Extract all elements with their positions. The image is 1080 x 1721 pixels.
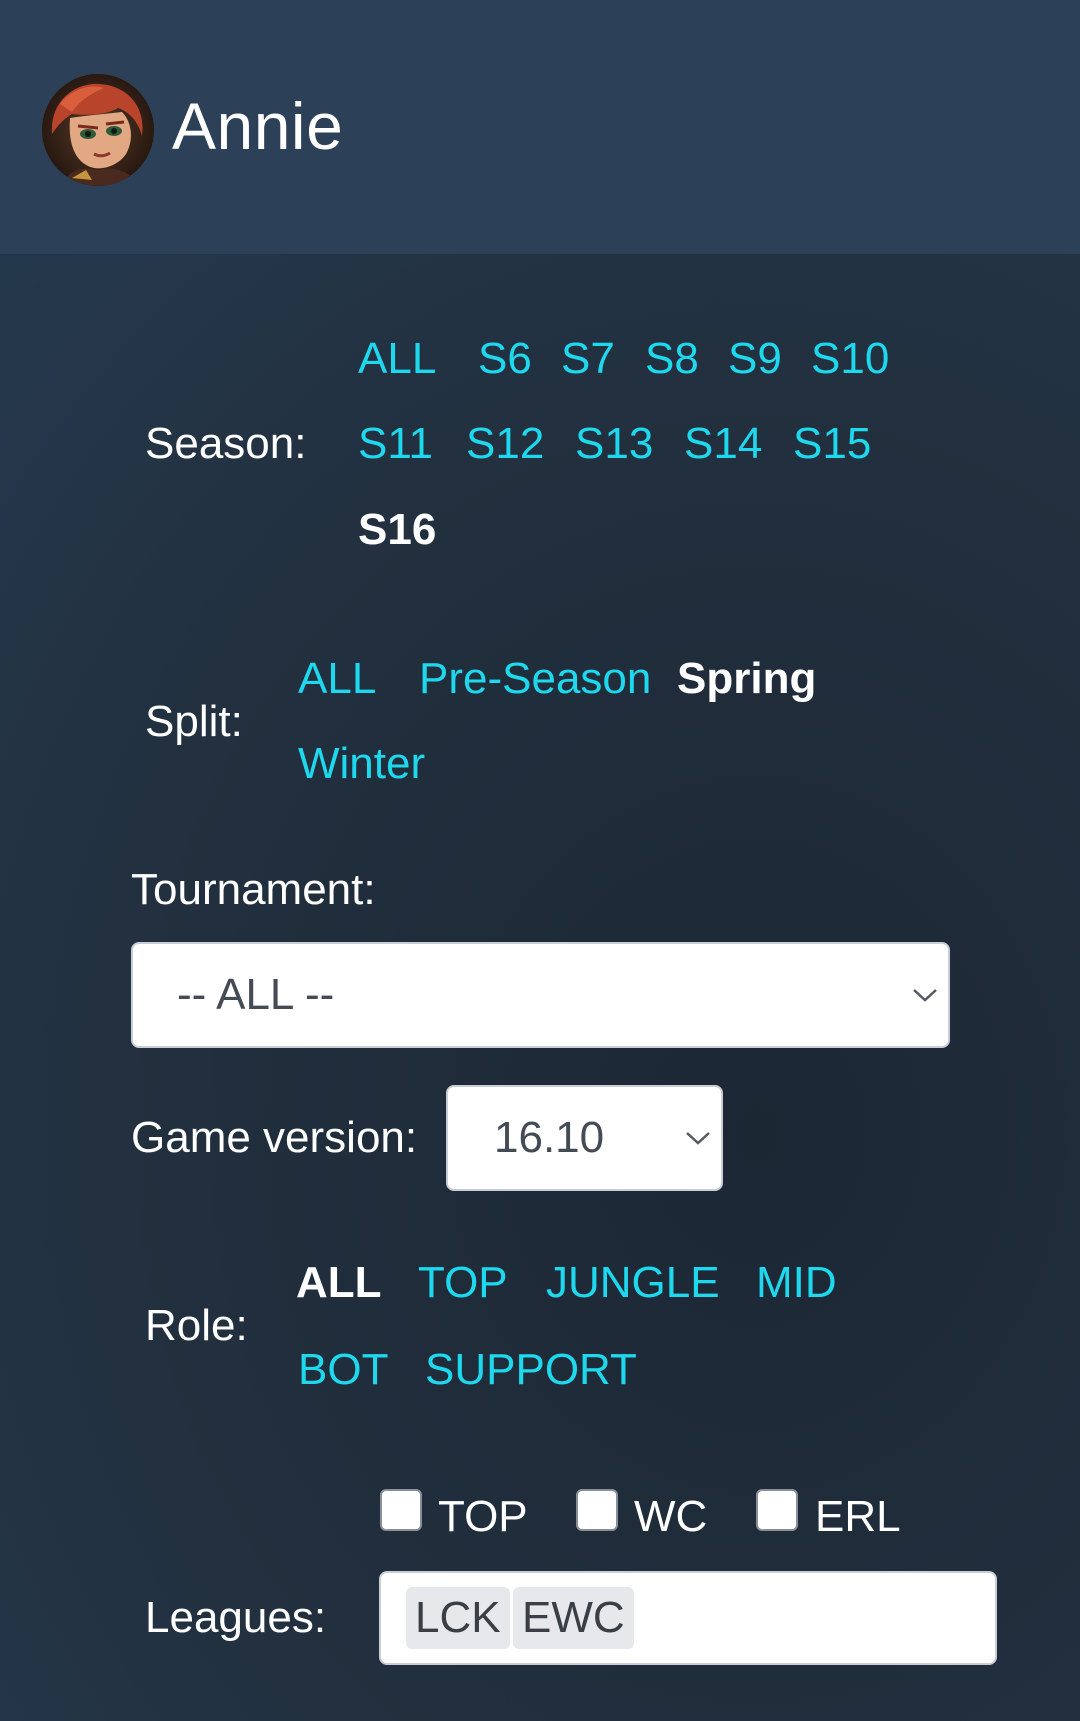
tournament-select[interactable]: -- ALL -- xyxy=(131,942,950,1048)
role-option-jungle[interactable]: JUNGLE xyxy=(546,1258,720,1308)
season-option-s14[interactable]: S14 xyxy=(684,419,762,469)
game-version-label: Game version: xyxy=(131,1113,418,1162)
league-tag-lck[interactable]: LCK xyxy=(406,1587,510,1649)
season-option-s11[interactable]: S11 xyxy=(358,419,433,469)
leagues-label: Leagues: xyxy=(145,1593,327,1642)
checkbox-wc[interactable] xyxy=(576,1489,618,1531)
tournament-label: Tournament: xyxy=(131,865,376,914)
role-option-mid[interactable]: MID xyxy=(756,1258,837,1308)
game-version-select[interactable]: 16.10 xyxy=(446,1085,723,1191)
split-option-winter[interactable]: Winter xyxy=(298,739,425,789)
checkbox-wc-label: WC xyxy=(634,1492,708,1541)
split-option-pre-season[interactable]: Pre-Season xyxy=(419,654,651,704)
season-option-s7[interactable]: S7 xyxy=(561,334,615,384)
season-option-s8[interactable]: S8 xyxy=(645,334,699,384)
season-option-s13[interactable]: S13 xyxy=(575,419,653,469)
role-option-all[interactable]: ALL xyxy=(296,1258,382,1308)
annie-portrait-icon xyxy=(42,74,154,186)
role-option-support[interactable]: SUPPORT xyxy=(425,1345,637,1395)
champion-avatar xyxy=(42,74,154,186)
split-option-spring[interactable]: Spring xyxy=(677,654,816,704)
season-option-s12[interactable]: S12 xyxy=(466,419,544,469)
checkbox-top-label: TOP xyxy=(438,1492,528,1541)
role-option-bot[interactable]: BOT xyxy=(298,1345,388,1395)
checkbox-erl-label: ERL xyxy=(815,1492,901,1541)
checkbox-top[interactable] xyxy=(380,1489,422,1531)
season-label: Season: xyxy=(145,419,307,468)
season-option-s6[interactable]: S6 xyxy=(478,334,532,384)
tournament-selected-value: -- ALL -- xyxy=(177,970,335,1019)
season-option-s16[interactable]: S16 xyxy=(358,505,436,555)
leagues-multiselect[interactable]: LCK EWC xyxy=(379,1571,997,1665)
role-label: Role: xyxy=(145,1301,248,1350)
league-tag-ewc[interactable]: EWC xyxy=(513,1587,634,1649)
split-option-all[interactable]: ALL xyxy=(298,654,376,704)
role-option-top[interactable]: TOP xyxy=(418,1258,508,1308)
season-option-s10[interactable]: S10 xyxy=(811,334,889,384)
season-option-all[interactable]: ALL xyxy=(358,334,436,384)
season-option-s15[interactable]: S15 xyxy=(793,419,871,469)
checkbox-erl[interactable] xyxy=(756,1489,798,1531)
split-label: Split: xyxy=(145,697,243,746)
chevron-down-icon xyxy=(686,1132,710,1145)
champion-name: Annie xyxy=(172,89,344,163)
champion-header: Annie xyxy=(0,0,1080,254)
game-version-selected-value: 16.10 xyxy=(494,1113,605,1162)
chevron-down-icon xyxy=(913,989,937,1002)
season-option-s9[interactable]: S9 xyxy=(728,334,782,384)
